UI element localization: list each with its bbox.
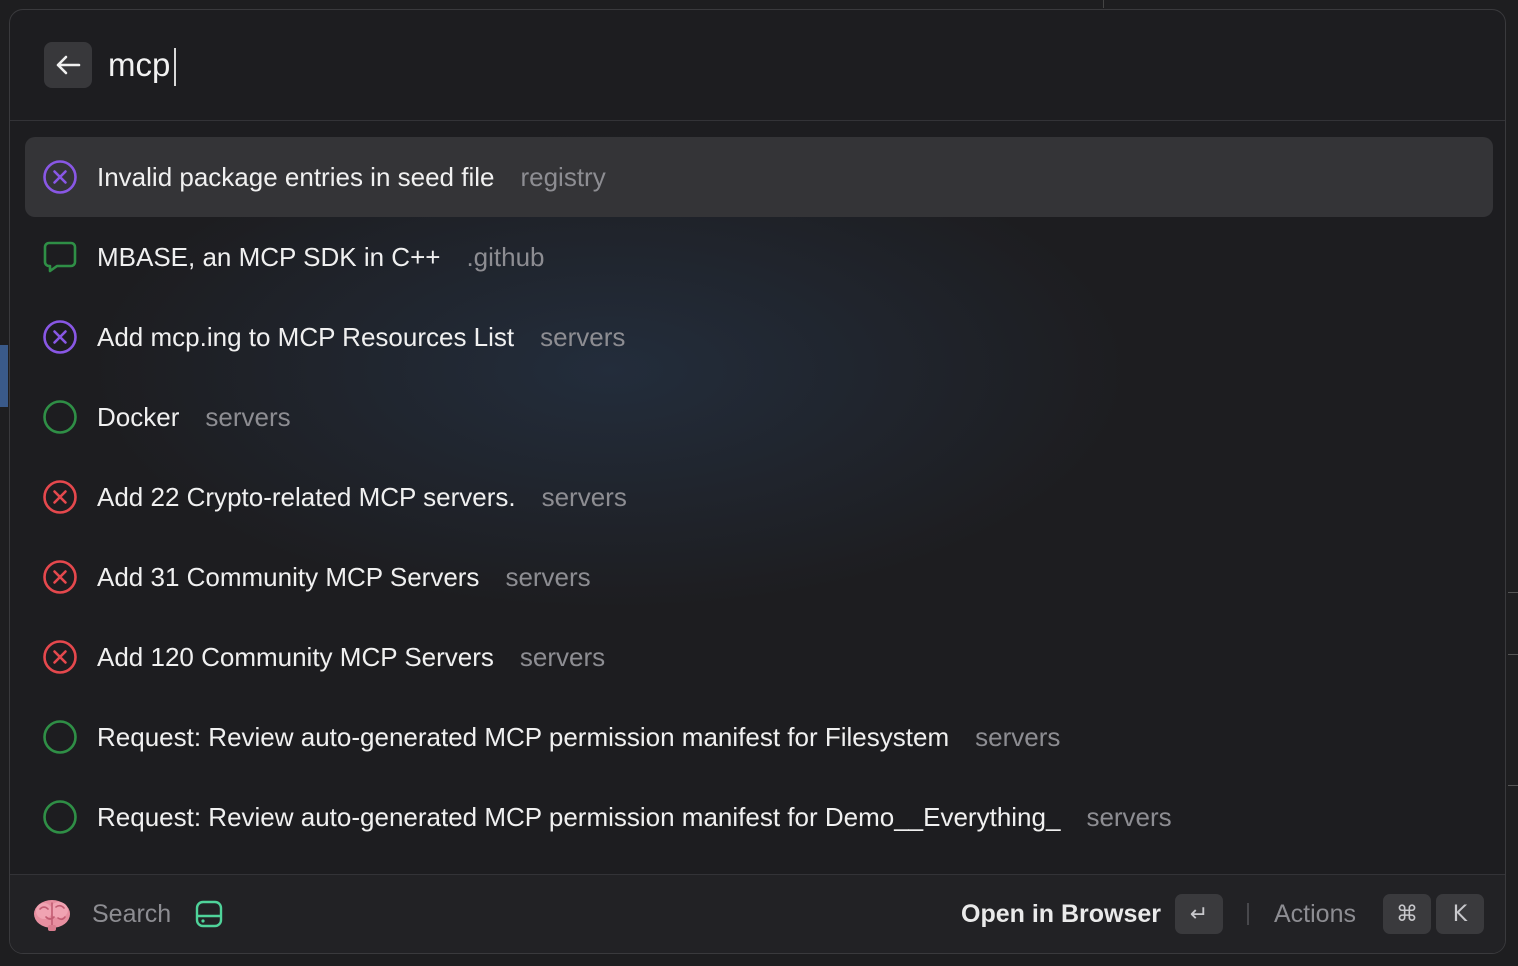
open-in-browser-button[interactable]: Open in Browser xyxy=(961,875,1161,953)
x-circle-icon xyxy=(43,320,77,354)
result-row[interactable]: Add mcp.ing to MCP Resources List servers xyxy=(25,297,1493,377)
result-row[interactable]: Add 120 Community MCP Servers servers xyxy=(25,617,1493,697)
result-repo: servers xyxy=(975,721,1061,752)
result-text: Add 31 Community MCP Servers servers xyxy=(97,537,591,617)
result-title: Request: Review auto-generated MCP permi… xyxy=(97,721,950,752)
result-text: MBASE, an MCP SDK in C++ .github xyxy=(97,217,545,297)
search-input[interactable] xyxy=(108,40,1468,90)
x-circle-icon xyxy=(43,640,77,674)
result-title: Add 22 Crypto-related MCP servers. xyxy=(97,481,516,512)
result-row[interactable]: Add 22 Crypto-related MCP servers. server… xyxy=(25,457,1493,537)
result-text: Docker servers xyxy=(97,377,291,457)
actions-button[interactable]: Actions xyxy=(1274,875,1356,953)
result-title: Invalid package entries in seed file xyxy=(97,161,495,192)
result-text: Request: Review auto-generated MCP permi… xyxy=(97,697,1060,777)
background-divider xyxy=(1508,785,1518,786)
brain-icon xyxy=(34,900,70,931)
result-repo: servers xyxy=(540,321,626,352)
footer-search-label: Search xyxy=(92,900,172,928)
enter-key-hint: ↵ xyxy=(1175,894,1223,934)
command-palette: Invalid package entries in seed file regi… xyxy=(9,9,1506,954)
footer-divider xyxy=(1247,903,1249,925)
background-text-fragment xyxy=(0,0,140,8)
result-text: Add 22 Crypto-related MCP servers. server… xyxy=(97,457,627,537)
background-divider xyxy=(1508,592,1518,593)
search-bar xyxy=(10,10,1505,121)
result-text: Add 120 Community MCP Servers servers xyxy=(97,617,605,697)
result-row[interactable]: Add 31 Community MCP Servers servers xyxy=(25,537,1493,617)
result-text: Add mcp.ing to MCP Resources List servers xyxy=(97,297,625,377)
discussion-icon xyxy=(43,241,77,273)
result-repo: .github xyxy=(466,241,545,272)
text-caret xyxy=(174,48,176,86)
result-title: Add 120 Community MCP Servers xyxy=(97,641,494,672)
result-text: Request: Review auto-generated MCP permi… xyxy=(97,777,1172,857)
result-row[interactable]: Docker servers xyxy=(25,377,1493,457)
command-key-hint: ⌘ xyxy=(1383,894,1431,934)
result-title: Docker xyxy=(97,401,180,432)
result-repo: servers xyxy=(1086,801,1172,832)
open-circle-icon xyxy=(43,720,77,754)
background-selection-fragment xyxy=(0,345,8,407)
result-row[interactable]: Request: Review auto-generated MCP permi… xyxy=(25,777,1493,857)
result-repo: servers xyxy=(519,641,606,672)
result-repo: servers xyxy=(205,401,291,432)
result-title: Request: Review auto-generated MCP permi… xyxy=(97,801,1061,832)
background-divider xyxy=(1508,654,1518,655)
x-circle-icon xyxy=(43,160,77,194)
background-divider xyxy=(1103,0,1104,8)
result-title: MBASE, an MCP SDK in C++ xyxy=(97,241,441,272)
x-circle-icon xyxy=(43,560,77,594)
result-repo: servers xyxy=(541,481,627,512)
hard-drive-icon[interactable] xyxy=(194,899,224,929)
k-key-hint: K xyxy=(1436,894,1484,934)
result-title: Add 31 Community MCP Servers xyxy=(97,561,480,592)
result-repo: servers xyxy=(505,561,591,592)
result-row[interactable]: Request: Review auto-generated MCP permi… xyxy=(25,697,1493,777)
open-circle-icon xyxy=(43,400,77,434)
results-list: Invalid package entries in seed file regi… xyxy=(25,137,1493,857)
result-row[interactable]: MBASE, an MCP SDK in C++ .github xyxy=(25,217,1493,297)
x-circle-icon xyxy=(43,480,77,514)
result-title: Add mcp.ing to MCP Resources List xyxy=(97,321,515,352)
arrow-left-icon xyxy=(56,55,81,75)
action-bar: Search Open in Browser ↵ Actions ⌘ K xyxy=(10,874,1505,953)
back-button[interactable] xyxy=(44,42,92,88)
result-repo: registry xyxy=(520,161,606,192)
result-text: Invalid package entries in seed file regi… xyxy=(97,137,606,217)
result-row[interactable]: Invalid package entries in seed file regi… xyxy=(25,137,1493,217)
open-circle-icon xyxy=(43,800,77,834)
